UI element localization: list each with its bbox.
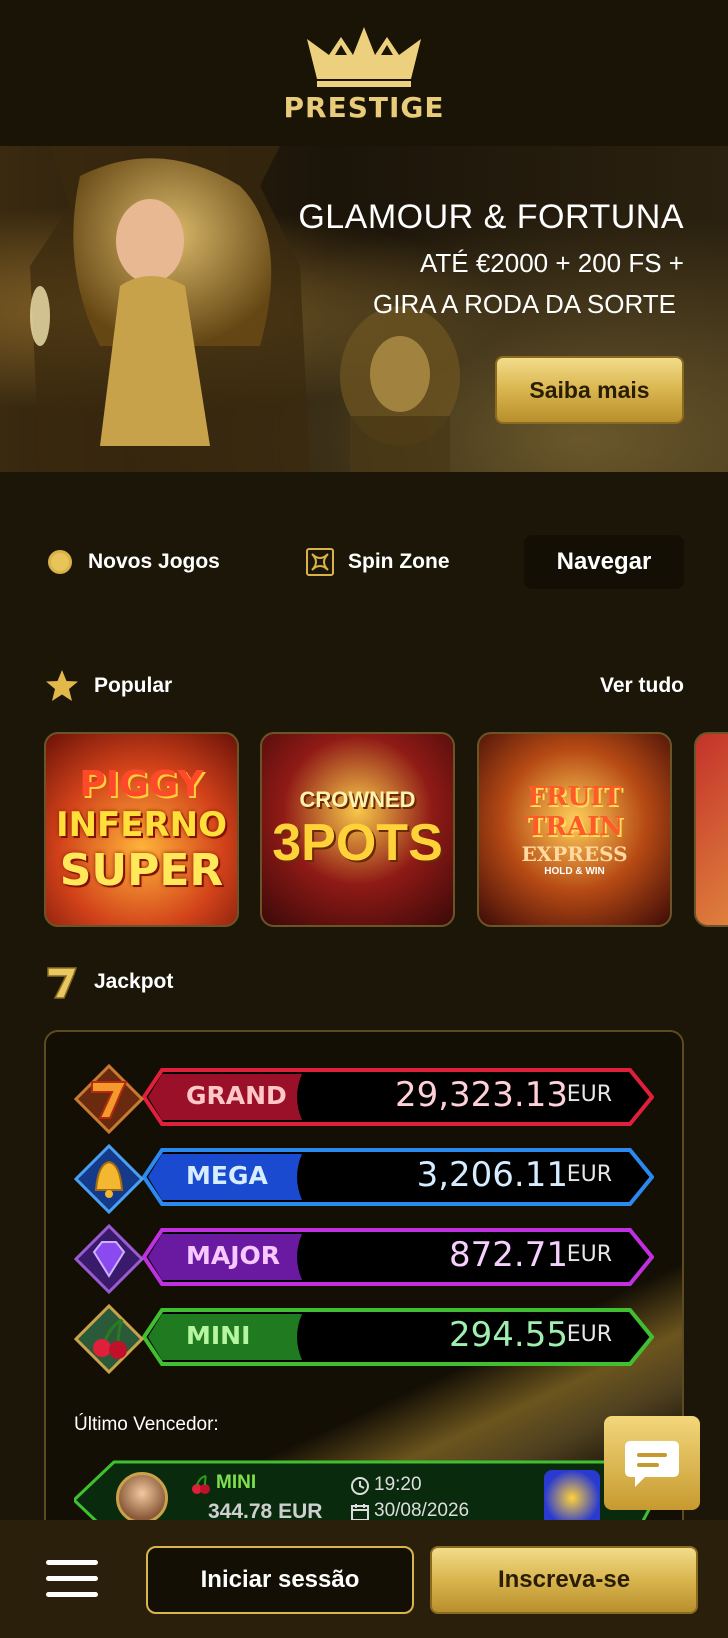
- menu-line: [46, 1576, 98, 1581]
- game-title-line: FRUIT TRAIN: [525, 782, 624, 842]
- jackpot-label: MAJOR: [186, 1241, 281, 1270]
- learn-more-button[interactable]: Saiba mais: [495, 356, 684, 424]
- jackpot-section-header: Jackpot: [44, 962, 684, 1002]
- banner-model-image: [30, 146, 310, 472]
- jackpot-row-mega: MEGA 3,206.11 EUR: [74, 1144, 654, 1214]
- game-title-line: 3POTS: [272, 813, 443, 872]
- banner-offer-line2: GIRA A RODA DA SORTE: [373, 289, 676, 319]
- game-title-line: SUPER: [59, 844, 224, 896]
- game-tile-crowned-3pots[interactable]: CROWNED 3POTS: [260, 732, 455, 927]
- game-title-line: INFERNO: [55, 804, 228, 845]
- banner-offer-line1: ATÉ €2000 + 200 FS +: [419, 248, 684, 278]
- game-title-line: CROWNED: [299, 786, 416, 812]
- category-nav: Novos Jogos Spin Zone Navegar: [44, 534, 684, 590]
- calendar-icon: [351, 1504, 369, 1521]
- winner-avatar: [116, 1472, 168, 1524]
- nav-new-games-label: Novos Jogos: [88, 550, 220, 573]
- chat-bubble-icon: [625, 1441, 679, 1487]
- jackpot-amount: 29,323.13: [394, 1075, 568, 1115]
- popular-games-carousel[interactable]: PIGGY INFERNO SUPER CROWNED 3POTS FRUIT …: [44, 732, 728, 927]
- jackpot-row-major: MAJOR 872.71 EUR: [74, 1224, 654, 1294]
- jackpot-currency: EUR: [566, 1322, 612, 1347]
- last-winner-label: Último Vencedor:: [74, 1414, 219, 1435]
- jackpot-row-grand: GRAND 29,323.13 EUR: [74, 1064, 654, 1134]
- winner-tier: MINI: [216, 1472, 257, 1493]
- jackpot-currency: EUR: [566, 1162, 612, 1187]
- menu-line: [46, 1560, 98, 1565]
- bell-icon: [74, 1144, 144, 1214]
- game-tile-fruit-train[interactable]: FRUIT TRAIN EXPRESS HOLD & WIN: [477, 732, 672, 927]
- jackpot-currency: EUR: [566, 1242, 612, 1267]
- winner-date: 30/08/2026: [374, 1500, 470, 1521]
- jackpot-panel: GRAND 29,323.13 EUR MEGA 3,206.11 EUR MA…: [44, 1030, 684, 1590]
- game-tile-piggy-inferno[interactable]: PIGGY INFERNO SUPER: [44, 732, 239, 927]
- popular-section-header: Popular Ver tudo: [44, 666, 684, 706]
- star-icon: [46, 670, 78, 701]
- popular-title: Popular: [94, 674, 173, 697]
- menu-line: [46, 1592, 98, 1597]
- clock-icon: [351, 1477, 369, 1495]
- game-title-line: EXPRESS: [521, 842, 628, 866]
- game-title-line: HOLD & WIN: [544, 866, 605, 877]
- live-chat-button[interactable]: [604, 1416, 700, 1510]
- jackpot-amount: 294.55: [449, 1315, 568, 1355]
- banner-lion-image: [340, 306, 460, 472]
- cherries-icon: [74, 1304, 144, 1374]
- jackpot-amount: 3,206.11: [416, 1155, 568, 1195]
- jackpot-label: MEGA: [186, 1161, 268, 1190]
- gem-icon: [74, 1224, 144, 1294]
- nav-spin-zone[interactable]: Spin Zone: [306, 548, 450, 576]
- game-tile-partial[interactable]: [694, 732, 728, 927]
- nav-new-games[interactable]: Novos Jogos: [46, 548, 220, 576]
- promo-banner[interactable]: GLAMOUR & FORTUNA ATÉ €2000 + 200 FS + G…: [0, 146, 728, 472]
- jackpot-currency: EUR: [566, 1082, 612, 1107]
- game-title-line: PIGGY: [79, 763, 204, 805]
- jackpot-label: GRAND: [186, 1081, 287, 1110]
- sun-badge-icon: [48, 550, 72, 574]
- spin-zone-icon: [306, 548, 334, 576]
- signup-button[interactable]: Inscreva-se: [430, 1546, 698, 1614]
- crown-logo-icon[interactable]: [301, 23, 427, 89]
- nav-spin-zone-label: Spin Zone: [348, 550, 450, 573]
- seven-icon: [47, 967, 78, 999]
- browse-button[interactable]: Navegar: [524, 535, 684, 589]
- banner-title: GLAMOUR & FORTUNA: [298, 198, 684, 236]
- site-header: PRESTIGE: [0, 0, 728, 146]
- jackpot-amount: 872.71: [449, 1235, 568, 1275]
- login-button[interactable]: Iniciar sessão: [146, 1546, 414, 1614]
- jackpot-title: Jackpot: [94, 970, 174, 993]
- lucky-seven-icon: [74, 1064, 144, 1134]
- bottom-action-bar: Iniciar sessão Inscreva-se: [0, 1520, 728, 1638]
- winner-time: 19:20: [374, 1474, 422, 1495]
- hamburger-menu-icon[interactable]: [46, 1560, 98, 1598]
- jackpot-row-mini: MINI 294.55 EUR: [74, 1304, 654, 1374]
- cherry-icon: [192, 1475, 210, 1494]
- logo-text[interactable]: PRESTIGE: [283, 91, 444, 124]
- see-all-link[interactable]: Ver tudo: [600, 674, 684, 698]
- jackpot-label: MINI: [186, 1321, 251, 1350]
- winner-game-thumbnail[interactable]: [544, 1470, 600, 1526]
